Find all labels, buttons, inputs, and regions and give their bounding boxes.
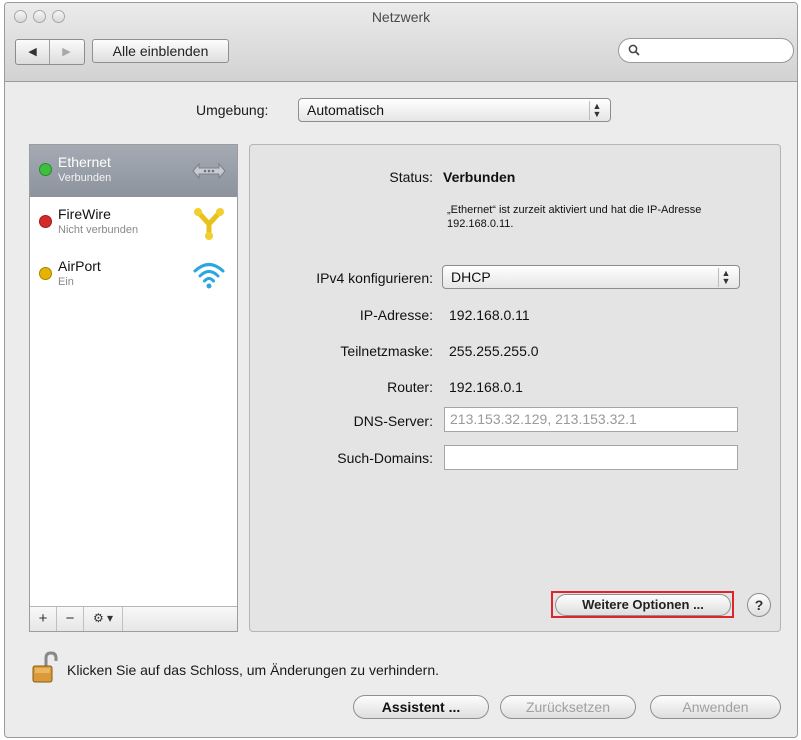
help-button[interactable]: ? [747,593,771,617]
service-name: FireWire [58,206,111,222]
location-value: Automatisch [307,102,385,118]
status-indicator [39,267,52,280]
assistant-button[interactable]: Assistent ... [353,695,489,719]
back-button[interactable]: ◀ [16,40,50,64]
dns-server-label: DNS-Server: [353,413,433,429]
revert-button[interactable]: Zurücksetzen [500,695,636,719]
service-name: Ethernet [58,154,111,170]
subnet-mask-label: Teilnetzmaske: [340,343,433,359]
network-preferences-window: Netzwerk ◀ ▶ Alle einblenden Umgebung: A… [4,2,798,738]
service-name: AirPort [58,258,101,274]
search-domains-label: Such-Domains: [337,450,433,466]
status-indicator [39,163,52,176]
service-item-airport[interactable]: AirPort Ein [30,249,237,301]
ethernet-icon [190,154,228,188]
ip-address-label: IP-Adresse: [359,307,433,323]
router-label: Router: [387,379,433,395]
location-popup[interactable]: Automatisch ▲ ▼ [298,98,611,122]
window-title: Netzwerk [371,9,431,25]
forward-button[interactable]: ▶ [50,40,83,64]
remove-service-button[interactable]: − [57,607,84,631]
apply-button[interactable]: Anwenden [650,695,781,719]
lock-message: Klicken Sie auf das Schloss, um Änderung… [67,662,439,678]
search-domains-field[interactable] [444,445,738,470]
advanced-options-button[interactable]: Weitere Optionen ... [555,594,731,616]
popup-arrows-icon: ▲ ▼ [589,101,604,120]
lock-button[interactable] [30,651,60,685]
search-icon [628,44,640,59]
service-list: Ethernet Verbunden FireWire Nicht verbun… [29,144,238,632]
service-details-panel: Status: Verbunden „Ethernet“ ist zurzeit… [249,144,781,632]
navigation-buttons: ◀ ▶ [15,39,85,65]
ip-address-value: 192.168.0.11 [449,307,530,323]
ipv4-configure-label: IPv4 konfigurieren: [316,270,433,286]
subnet-mask-value: 255.255.255.0 [449,343,539,359]
wifi-icon [190,258,228,292]
dns-server-field[interactable]: 213.153.32.129, 213.153.32.1 [444,407,738,432]
firewire-icon [190,206,228,240]
status-value: Verbunden [443,169,516,185]
service-item-ethernet[interactable]: Ethernet Verbunden [30,145,237,197]
popup-arrows-icon: ▲ ▼ [718,268,733,287]
router-value: 192.168.0.1 [449,379,523,395]
lock-icon [30,651,60,689]
back-arrow-icon: ◀ [28,46,37,58]
location-label: Umgebung: [196,102,269,118]
search-input[interactable] [618,38,794,63]
title-bar: Netzwerk ◀ ▶ Alle einblenden [5,3,797,82]
status-indicator [39,215,52,228]
show-all-button[interactable]: Alle einblenden [92,39,229,63]
service-status: Ein [58,276,74,288]
status-label: Status: [389,169,433,185]
status-description: „Ethernet“ ist zurzeit aktiviert und hat… [447,204,702,230]
service-actions-button[interactable]: ⚙ ▾ [84,607,123,631]
add-service-button[interactable]: + [30,607,57,631]
service-status: Nicht verbunden [58,224,139,236]
service-status: Verbunden [58,172,112,184]
ipv4-configure-popup[interactable]: DHCP ▲ ▼ [442,265,740,289]
service-item-firewire[interactable]: FireWire Nicht verbunden [30,197,237,249]
service-list-controls: + − ⚙ ▾ [30,606,237,631]
ipv4-configure-value: DHCP [451,269,491,285]
forward-arrow-icon: ▶ [62,46,71,58]
